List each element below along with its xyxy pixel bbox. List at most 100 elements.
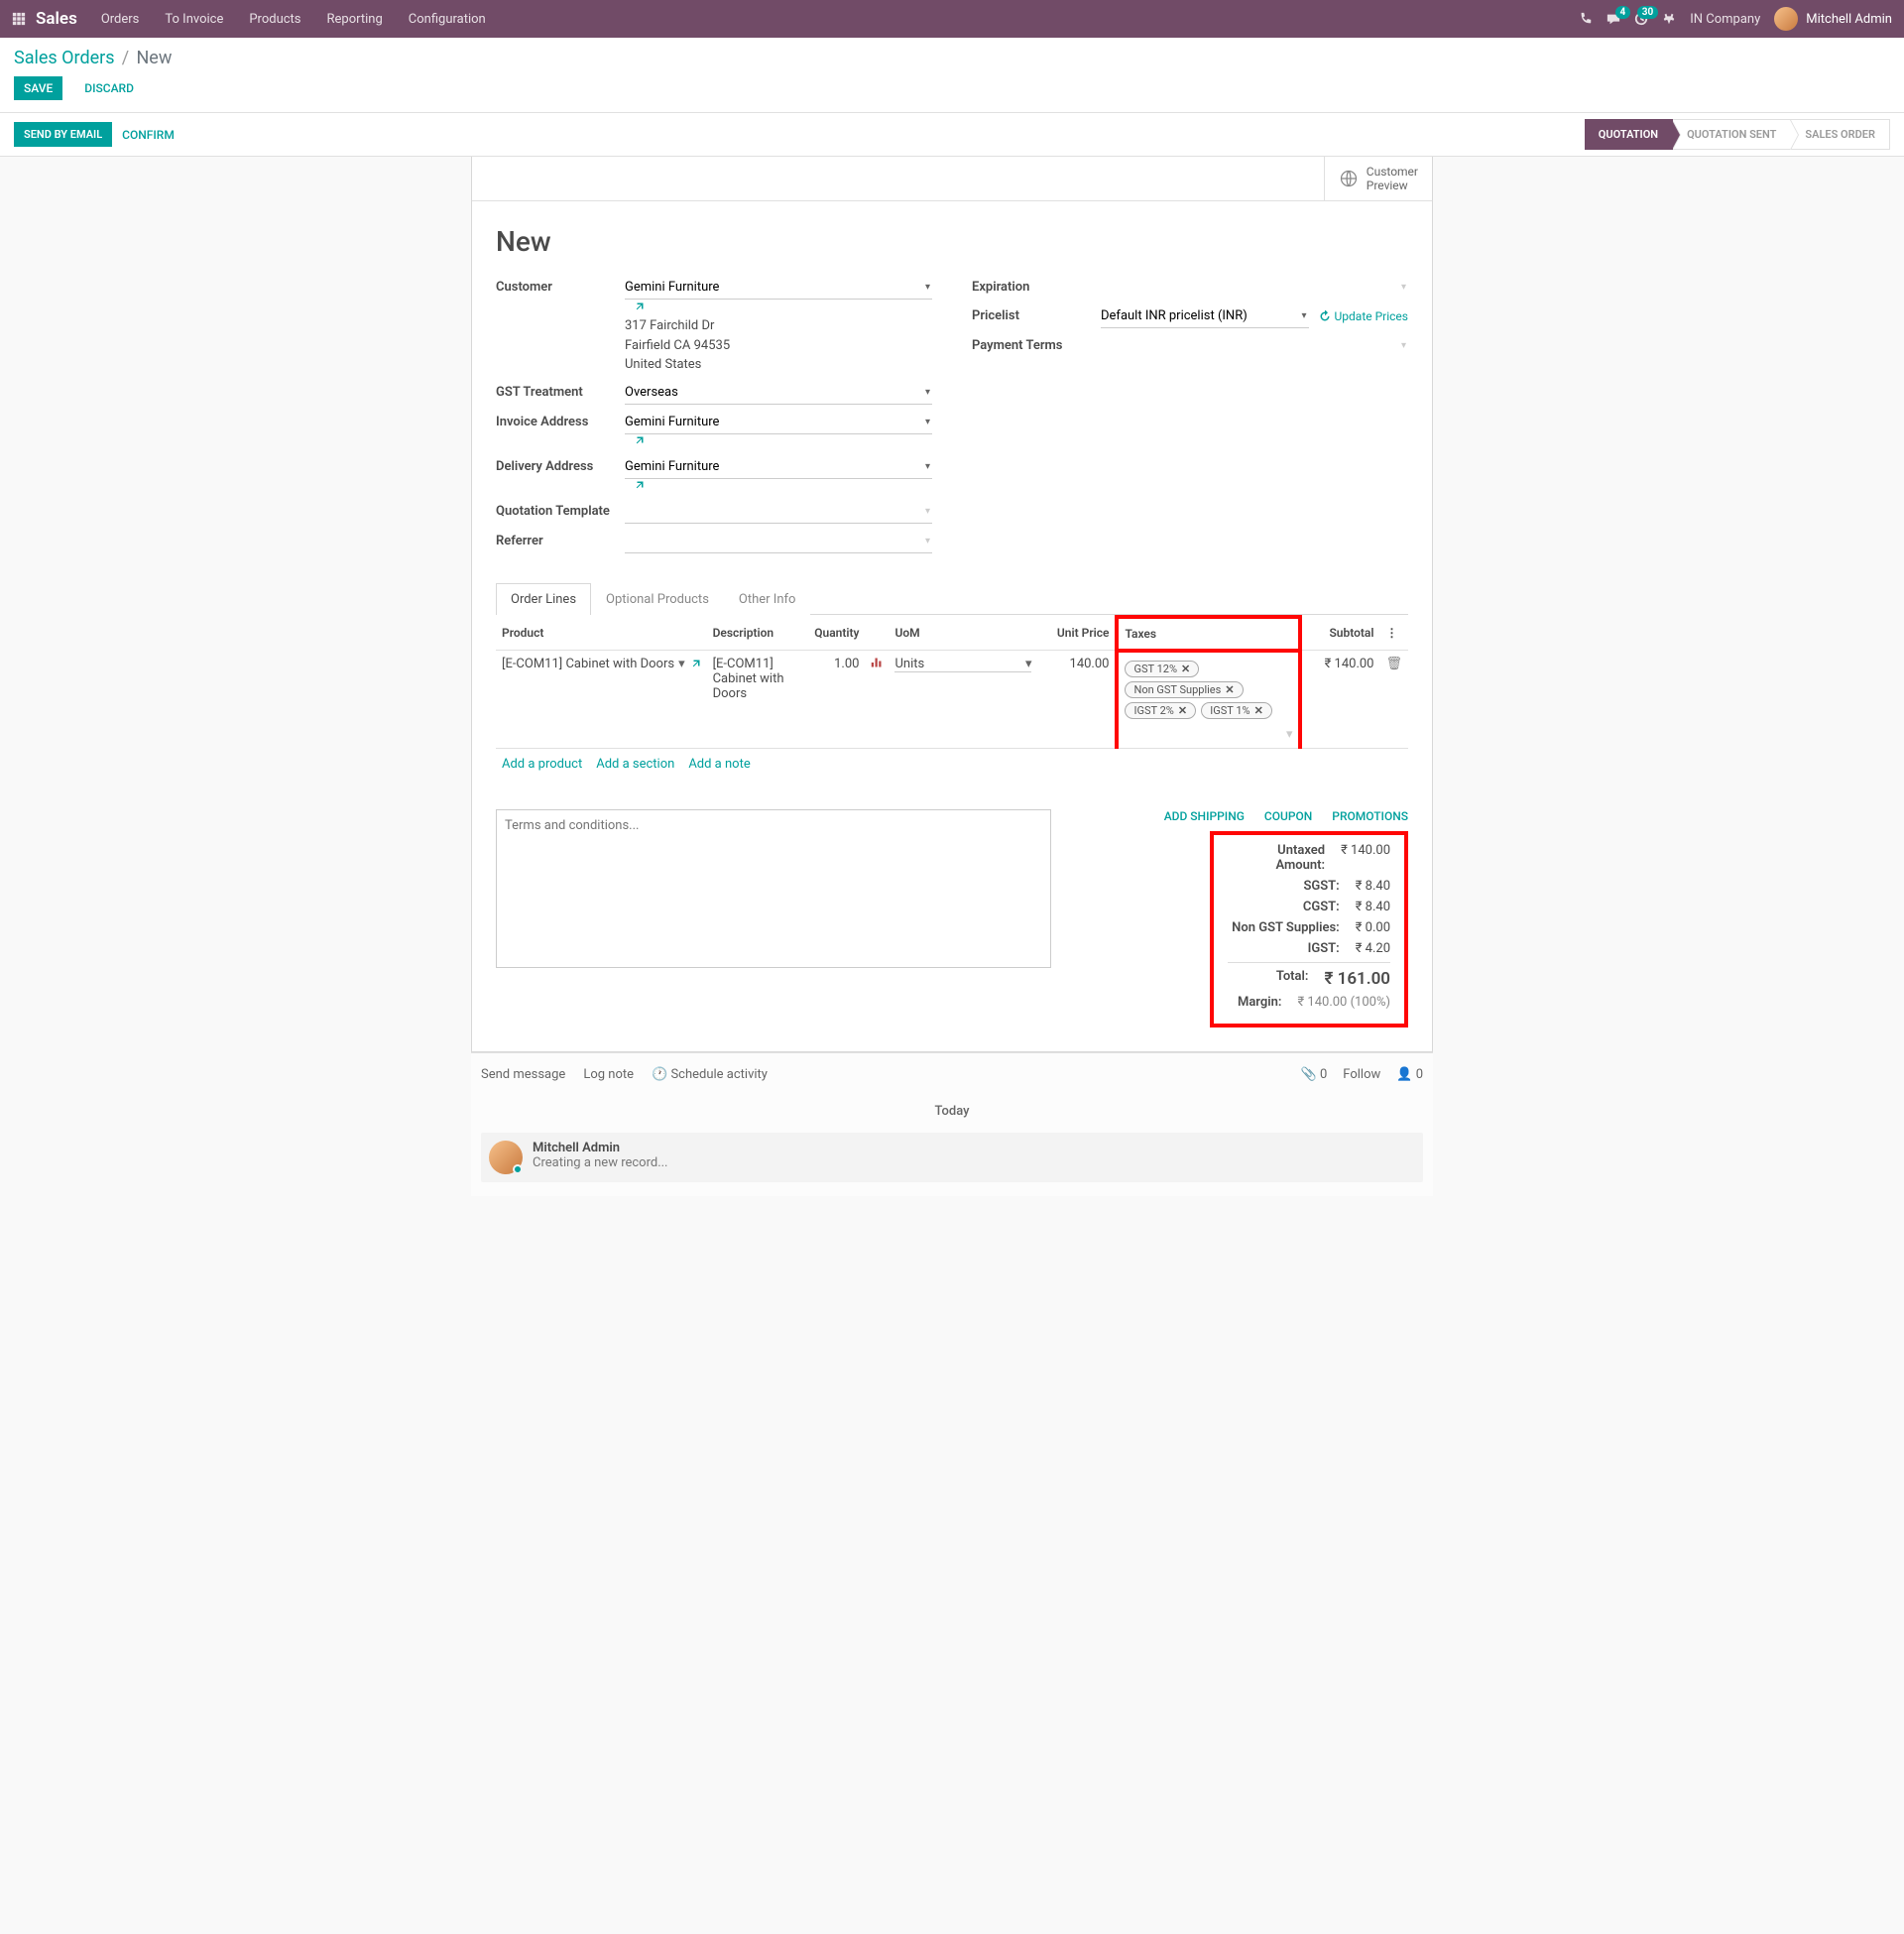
- value-sgst: ₹ 8.40: [1356, 879, 1390, 894]
- terms-input[interactable]: [496, 809, 1051, 968]
- tab-optional-products[interactable]: Optional Products: [591, 583, 724, 615]
- gst-treatment-field[interactable]: [625, 381, 932, 405]
- chevron-down-icon[interactable]: ▾: [1401, 340, 1406, 351]
- label-delivery-address: Delivery Address: [496, 455, 625, 474]
- company-label[interactable]: IN Company: [1690, 12, 1760, 27]
- phone-icon[interactable]: [1579, 12, 1593, 26]
- th-description[interactable]: Description: [707, 617, 796, 651]
- th-uom[interactable]: UoM: [889, 617, 1037, 651]
- tax-tag: Non GST Supplies✕: [1125, 681, 1243, 698]
- external-link-icon[interactable]: [689, 659, 701, 670]
- th-subtotal[interactable]: Subtotal: [1300, 617, 1379, 651]
- external-link-icon[interactable]: [633, 434, 645, 449]
- step-quotation[interactable]: QUOTATION: [1585, 119, 1673, 150]
- log-note-link[interactable]: Log note: [583, 1067, 634, 1082]
- step-quotation-sent[interactable]: QUOTATION SENT: [1673, 119, 1791, 150]
- messages-badge: 4: [1615, 6, 1631, 19]
- customer-address: 317 Fairchild Dr Fairfield CA 94535 Unit…: [625, 316, 932, 375]
- tab-other-info[interactable]: Other Info: [724, 583, 811, 615]
- chevron-down-icon[interactable]: ▾: [678, 657, 685, 671]
- chevron-down-icon[interactable]: ▾: [925, 536, 930, 546]
- attachments-count[interactable]: 📎 0: [1301, 1067, 1328, 1082]
- nav-item-products[interactable]: Products: [249, 12, 300, 27]
- customer-preview-button[interactable]: Customer Preview: [1324, 157, 1432, 200]
- close-icon[interactable]: ✕: [1178, 704, 1187, 717]
- th-quantity[interactable]: Quantity: [795, 617, 865, 651]
- nav-item-to-invoice[interactable]: To Invoice: [165, 12, 223, 27]
- step-sales-order[interactable]: SALES ORDER: [1791, 119, 1890, 150]
- value-nongst: ₹ 0.00: [1356, 920, 1390, 935]
- chevron-down-icon[interactable]: ▾: [1401, 282, 1406, 293]
- chevron-down-icon[interactable]: ▾: [925, 417, 930, 427]
- chevron-down-icon[interactable]: ▾: [1125, 727, 1292, 742]
- followers-count[interactable]: 👤 0: [1396, 1067, 1423, 1082]
- external-link-icon[interactable]: [633, 479, 645, 494]
- external-link-icon[interactable]: [633, 300, 645, 314]
- add-shipping-link[interactable]: ADD SHIPPING: [1164, 809, 1245, 823]
- schedule-activity-link[interactable]: 🕐 Schedule activity: [652, 1067, 768, 1082]
- send-email-button[interactable]: SEND BY EMAIL: [14, 122, 112, 147]
- pricelist-field[interactable]: [1101, 304, 1309, 328]
- message-text: Creating a new record...: [533, 1155, 668, 1170]
- cell-uom[interactable]: Units: [894, 657, 1024, 671]
- tab-order-lines[interactable]: Order Lines: [496, 583, 591, 615]
- messages-icon[interactable]: 4: [1606, 12, 1620, 26]
- close-icon[interactable]: ✕: [1225, 683, 1234, 696]
- update-prices-button[interactable]: Update Prices: [1319, 309, 1408, 323]
- debug-icon[interactable]: [1662, 12, 1676, 26]
- add-product-link[interactable]: Add a product: [502, 757, 582, 772]
- promotions-link[interactable]: PROMOTIONS: [1332, 809, 1408, 823]
- close-icon[interactable]: ✕: [1181, 663, 1190, 675]
- customer-field[interactable]: [625, 276, 932, 300]
- chevron-down-icon[interactable]: ▾: [925, 282, 930, 293]
- save-button[interactable]: SAVE: [14, 76, 62, 100]
- label-nongst: Non GST Supplies:: [1228, 920, 1340, 935]
- close-icon[interactable]: ✕: [1254, 704, 1263, 717]
- forecast-icon[interactable]: [865, 651, 889, 749]
- label-referrer: Referrer: [496, 530, 625, 548]
- expiration-field[interactable]: [1101, 276, 1408, 299]
- chevron-down-icon[interactable]: ▾: [925, 506, 930, 517]
- label-untaxed: Untaxed Amount:: [1228, 843, 1325, 873]
- add-section-link[interactable]: Add a section: [596, 757, 674, 772]
- th-taxes[interactable]: Taxes: [1117, 617, 1300, 651]
- th-unit-price[interactable]: Unit Price: [1037, 617, 1117, 651]
- nav-item-configuration[interactable]: Configuration: [409, 12, 486, 27]
- chevron-down-icon[interactable]: ▾: [1025, 657, 1032, 671]
- cell-quantity[interactable]: 1.00: [795, 651, 865, 749]
- th-actions[interactable]: ⋮: [1379, 617, 1408, 651]
- chevron-down-icon[interactable]: ▾: [925, 461, 930, 472]
- label-gst: GST Treatment: [496, 381, 625, 400]
- follow-button[interactable]: Follow: [1343, 1067, 1380, 1082]
- apps-icon[interactable]: [12, 12, 26, 26]
- coupon-link[interactable]: COUPON: [1264, 809, 1312, 823]
- chevron-down-icon[interactable]: ▾: [925, 387, 930, 398]
- cell-unit-price[interactable]: 140.00: [1037, 651, 1117, 749]
- brand-label[interactable]: Sales: [36, 9, 77, 29]
- send-message-link[interactable]: Send message: [481, 1067, 565, 1082]
- table-row[interactable]: [E-COM11] Cabinet with Doors ▾ [E-COM11] …: [496, 651, 1408, 749]
- delete-row-icon[interactable]: 🗑: [1379, 651, 1408, 749]
- th-product[interactable]: Product: [496, 617, 707, 651]
- payment-terms-field[interactable]: [1101, 334, 1408, 357]
- nav-item-orders[interactable]: Orders: [101, 12, 140, 27]
- referrer-field[interactable]: [625, 530, 932, 553]
- confirm-button[interactable]: CONFIRM: [112, 123, 184, 147]
- status-online-dot: [513, 1164, 523, 1174]
- refresh-icon: [1319, 310, 1331, 322]
- label-payment-terms: Payment Terms: [972, 334, 1101, 353]
- quotation-template-field[interactable]: [625, 500, 932, 524]
- discard-button[interactable]: DISCARD: [74, 76, 144, 100]
- cell-product[interactable]: [E-COM11] Cabinet with Doors: [502, 657, 674, 671]
- breadcrumb-parent[interactable]: Sales Orders: [14, 48, 115, 68]
- delivery-address-field[interactable]: [625, 455, 932, 479]
- invoice-address-field[interactable]: [625, 411, 932, 434]
- activities-icon[interactable]: 30: [1634, 12, 1648, 26]
- nav-item-reporting[interactable]: Reporting: [327, 12, 383, 27]
- chevron-down-icon[interactable]: ▾: [1301, 310, 1306, 321]
- user-menu[interactable]: Mitchell Admin: [1774, 7, 1892, 31]
- label-pricelist: Pricelist: [972, 304, 1101, 323]
- cell-taxes[interactable]: GST 12%✕ Non GST Supplies✕ IGST 2%✕ IGST…: [1119, 653, 1298, 748]
- add-note-link[interactable]: Add a note: [688, 757, 750, 772]
- cell-description[interactable]: [E-COM11] Cabinet with Doors: [707, 651, 796, 749]
